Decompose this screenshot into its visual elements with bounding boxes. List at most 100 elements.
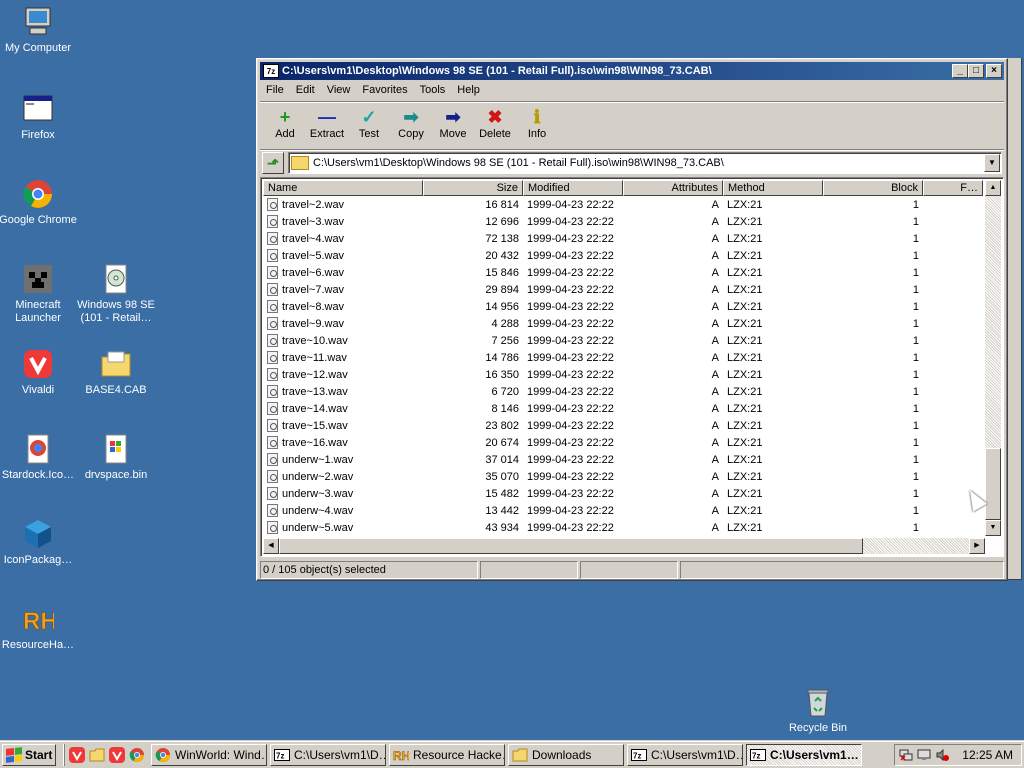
file-name-text: travel~4.wav	[282, 232, 345, 245]
desktop-icon-stardock[interactable]: Stardock.Ico…	[0, 433, 78, 482]
menu-file[interactable]: File	[260, 84, 290, 96]
column-size[interactable]: Size	[423, 180, 523, 196]
scroll-left-button[interactable]: ◀	[263, 538, 279, 554]
table-row[interactable]: travel~9.wav 4 288 1999-04-23 22:22 A LZX:21…	[263, 315, 923, 332]
toolbar-extract-button[interactable]: — Extract	[306, 102, 348, 147]
taskbar-button[interactable]: 7z C:\Users\vm1…	[746, 744, 862, 766]
folder-icon[interactable]	[89, 747, 105, 763]
desktop-icon-minecraft-launcher[interactable]: Minecraft Launcher	[0, 263, 78, 325]
table-row[interactable]: trave~12.wav 16 350 1999-04-23 22:22 A LZX:2…	[263, 366, 923, 383]
taskbar-button[interactable]: 7z C:\Users\vm1\D…	[627, 744, 743, 766]
file-method: LZX:21	[727, 300, 763, 313]
file-name: trave~15.wav	[263, 419, 423, 432]
up-folder-button[interactable]: ⬏	[262, 151, 284, 174]
chevron-down-icon[interactable]: ▼	[984, 153, 1000, 172]
file-attributes: A	[711, 521, 719, 534]
desktop-icon-drvspace-bin[interactable]: drvspace.bin	[76, 433, 156, 482]
vivaldi-icon[interactable]	[109, 747, 125, 763]
table-row[interactable]: trave~16.wav 20 674 1999-04-23 22:22 A LZX:2…	[263, 434, 923, 451]
background-window-edge[interactable]	[1008, 58, 1022, 580]
desktop-icon-windows98-iso[interactable]: Windows 98 SE (101 - Retail…	[76, 263, 156, 325]
column-method[interactable]: Method	[723, 180, 823, 196]
table-row[interactable]: travel~6.wav 15 846 1999-04-23 22:22 A LZX:2…	[263, 264, 923, 281]
windows-logo-icon	[6, 747, 22, 763]
column-folders[interactable]: F…	[923, 180, 983, 196]
display-icon[interactable]	[917, 748, 931, 762]
table-row[interactable]: travel~2.wav 16 814 1999-04-23 22:22 A LZX:2…	[263, 196, 923, 213]
desktop-icon-my-computer[interactable]: My Computer	[0, 6, 78, 55]
horizontal-scrollbar[interactable]: ◀ ▶	[263, 538, 985, 554]
table-row[interactable]: travel~7.wav 29 894 1999-04-23 22:22 A LZX:2…	[263, 281, 923, 298]
address-combobox[interactable]: C:\Users\vm1\Desktop\Windows 98 SE (101 …	[288, 151, 1002, 174]
taskbar-button[interactable]: Downloads	[508, 744, 624, 766]
file-size: 43 934	[485, 521, 519, 534]
toolbar-info-button[interactable]: ℹ Info	[516, 102, 558, 147]
column-modified[interactable]: Modified	[523, 180, 623, 196]
toolbar-test-button[interactable]: ✓ Test	[348, 102, 390, 147]
clock[interactable]: 12:25 AM	[962, 748, 1013, 762]
scroll-right-button[interactable]: ▶	[969, 538, 985, 554]
menu-edit[interactable]: Edit	[290, 84, 321, 96]
vertical-scroll-thumb[interactable]	[985, 448, 1001, 520]
desktop-icon-base4-cab[interactable]: BASE4.CAB	[76, 348, 156, 397]
toolbar-delete-button[interactable]: ✖ Delete	[474, 102, 516, 147]
file-name-text: travel~6.wav	[282, 266, 345, 279]
vertical-scrollbar[interactable]: ▲ ▼	[985, 180, 1001, 536]
column-name[interactable]: Name	[263, 180, 423, 196]
desktop-icon-recycle-bin[interactable]: Recycle Bin	[778, 686, 858, 735]
file-modified: 1999-04-23 22:22	[527, 232, 614, 245]
scroll-down-button[interactable]: ▼	[985, 520, 1001, 536]
start-button[interactable]: Start	[2, 744, 56, 766]
network-icon[interactable]	[899, 748, 913, 762]
vivaldi-icon[interactable]	[69, 747, 85, 763]
table-row[interactable]: trave~10.wav 7 256 1999-04-23 22:22 A LZX:21…	[263, 332, 923, 349]
table-row[interactable]: underw~5.wav 43 934 1999-04-23 22:22 A LZX:2…	[263, 519, 923, 536]
title-bar[interactable]: 7z C:\Users\vm1\Desktop\Windows 98 SE (1…	[260, 62, 1004, 80]
file-method: LZX:21	[727, 198, 763, 211]
taskbar-button[interactable]: WinWorld: Wind…	[151, 744, 267, 766]
desktop-icon-firefox[interactable]: Firefox	[0, 93, 78, 142]
column-attributes[interactable]: Attributes	[623, 180, 723, 196]
taskbar-button[interactable]: RH Resource Hacke…	[389, 744, 505, 766]
maximize-button[interactable]: □	[968, 64, 984, 78]
table-row[interactable]: travel~5.wav 20 432 1999-04-23 22:22 A LZX:2…	[263, 247, 923, 264]
desktop-icon-resourcehacker[interactable]: RH ResourceHa…	[0, 603, 78, 652]
file-block: 1	[912, 453, 919, 466]
chrome-icon[interactable]	[129, 747, 145, 763]
table-row[interactable]: travel~8.wav 14 956 1999-04-23 22:22 A LZX:2…	[263, 298, 923, 315]
toolbar-move-button[interactable]: ➡ Move	[432, 102, 474, 147]
address-path: C:\Users\vm1\Desktop\Windows 98 SE (101 …	[313, 156, 724, 169]
menu-tools[interactable]: Tools	[414, 84, 452, 96]
table-row[interactable]: trave~14.wav 8 146 1999-04-23 22:22 A LZX:21…	[263, 400, 923, 417]
desktop-icon-iconpackager[interactable]: IconPackag…	[0, 518, 78, 567]
menu-view[interactable]: View	[321, 84, 357, 96]
volume-muted-icon[interactable]	[935, 748, 949, 762]
table-row[interactable]: travel~4.wav 72 138 1999-04-23 22:22 A LZX:2…	[263, 230, 923, 247]
table-row[interactable]: trave~15.wav 23 802 1999-04-23 22:22 A LZX:2…	[263, 417, 923, 434]
table-row[interactable]: underw~4.wav 13 442 1999-04-23 22:22 A LZX:2…	[263, 502, 923, 519]
desktop-icon-vivaldi[interactable]: Vivaldi	[0, 348, 78, 397]
file-block: 1	[912, 368, 919, 381]
file-name: travel~4.wav	[263, 232, 423, 245]
menu-help[interactable]: Help	[451, 84, 486, 96]
toolbar-label: Extract	[309, 128, 345, 140]
column-block[interactable]: Block	[823, 180, 923, 196]
table-row[interactable]: underw~1.wav 37 014 1999-04-23 22:22 A LZX:2…	[263, 451, 923, 468]
table-row[interactable]: travel~3.wav 12 696 1999-04-23 22:22 A LZX:2…	[263, 213, 923, 230]
menu-favorites[interactable]: Favorites	[356, 84, 413, 96]
table-row[interactable]: trave~11.wav 14 786 1999-04-23 22:22 A LZX:2…	[263, 349, 923, 366]
toolbar: + Add — Extract ✓ Test ➡ Copy ➡ Move ✖ Delete ℹ Info	[260, 101, 1004, 147]
table-row[interactable]: underw~3.wav 15 482 1999-04-23 22:22 A LZX:2…	[263, 485, 923, 502]
toolbar-copy-button[interactable]: ➡ Copy	[390, 102, 432, 147]
minimize-button[interactable]: _	[952, 64, 968, 78]
file-method: LZX:21	[727, 419, 763, 432]
horizontal-scroll-thumb[interactable]	[279, 538, 863, 554]
scroll-up-button[interactable]: ▲	[985, 180, 1001, 196]
table-row[interactable]: underw~2.wav 35 070 1999-04-23 22:22 A LZX:2…	[263, 468, 923, 485]
file-attributes: A	[711, 470, 719, 483]
toolbar-add-button[interactable]: + Add	[264, 102, 306, 147]
close-button[interactable]: ×	[986, 64, 1002, 78]
desktop-icon-google-chrome[interactable]: Google Chrome	[0, 178, 78, 227]
table-row[interactable]: trave~13.wav 6 720 1999-04-23 22:22 A LZX:21…	[263, 383, 923, 400]
taskbar-button[interactable]: 7z C:\Users\vm1\D…	[270, 744, 386, 766]
